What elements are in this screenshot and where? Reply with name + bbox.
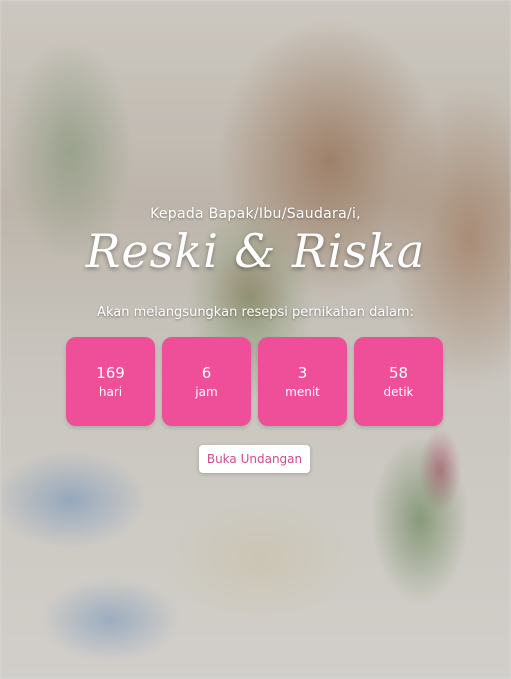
countdown-value: 6 [201, 363, 212, 382]
couple-names: Reski & Riska [85, 224, 426, 278]
countdown-value: 3 [297, 363, 308, 382]
countdown-timer: 169 hari 6 jam 3 menit 58 detik [66, 337, 443, 426]
announcement-text: Akan melangsungkan resepsi pernikahan da… [97, 305, 414, 320]
countdown-unit: menit [285, 384, 320, 399]
countdown-minutes: 3 menit [258, 337, 347, 426]
countdown-value: 169 [96, 363, 125, 382]
countdown-hours: 6 jam [162, 337, 251, 426]
countdown-days: 169 hari [66, 337, 155, 426]
countdown-unit: detik [383, 384, 414, 399]
countdown-unit: jam [195, 384, 218, 399]
greeting-text: Kepada Bapak/Ibu/Saudara/i, [150, 206, 361, 222]
open-invitation-button[interactable]: Buka Undangan [199, 445, 310, 473]
countdown-seconds: 58 detik [354, 337, 443, 426]
countdown-unit: hari [98, 384, 123, 399]
cover-section: Kepada Bapak/Ibu/Saudara/i, Reski & Risk… [0, 0, 511, 679]
countdown-value: 58 [388, 363, 409, 382]
